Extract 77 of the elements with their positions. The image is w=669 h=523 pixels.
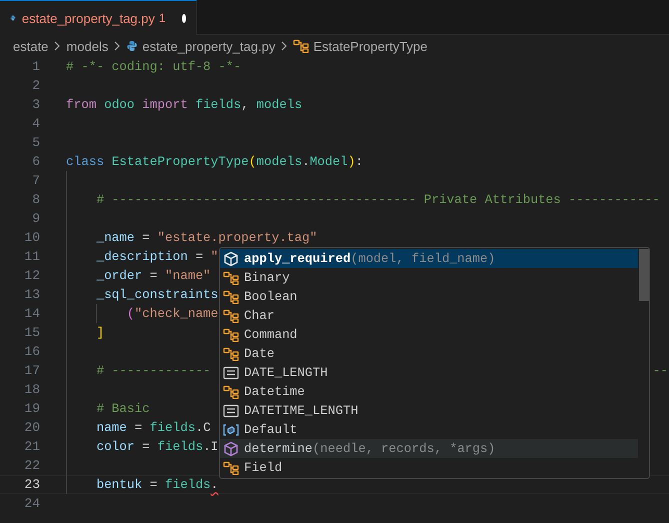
suggestion-item[interactable]: Boolean <box>220 287 638 306</box>
constant-icon <box>223 404 239 418</box>
suggestion-item[interactable]: Binary <box>220 268 638 287</box>
line-number: 12 <box>23 268 40 283</box>
suggestion-item[interactable]: DATETIME_LENGTH <box>220 401 638 420</box>
class-icon <box>223 328 239 342</box>
cube-icon <box>223 250 239 266</box>
code-line: # -*- coding: utf-8 -*- <box>66 59 242 74</box>
line-number: 24 <box>23 496 40 511</box>
class-icon <box>223 308 239 322</box>
line-number: 4 <box>31 116 40 131</box>
variable-icon <box>223 422 239 436</box>
suggestion-item[interactable]: Field <box>220 458 638 477</box>
code-line: ] <box>95 325 104 340</box>
breadcrumb-item[interactable]: estate <box>13 38 48 54</box>
line-number: 18 <box>23 382 40 397</box>
code-line: bentuk = fields. <box>95 477 218 492</box>
line-number: 13 <box>23 287 40 302</box>
chevron-icon <box>52 41 62 51</box>
breadcrumb-item[interactable]: models <box>66 38 108 54</box>
code-line: _description = " <box>95 249 218 264</box>
line-number: 1 <box>31 59 40 74</box>
line-number: 9 <box>31 211 40 226</box>
scrollbar-thumb[interactable] <box>639 249 649 301</box>
class-icon <box>293 39 310 53</box>
code-line: ("check_name <box>126 306 218 321</box>
code-line: # ------------- <box>95 363 211 378</box>
suggestion-item[interactable]: Default <box>220 420 638 439</box>
line-number: 5 <box>31 135 40 150</box>
code-line: class EstatePropertyType(models.Model): <box>66 154 364 169</box>
constant-icon <box>223 366 239 380</box>
line-number: 7 <box>31 173 40 188</box>
code-line: _sql_constraints <box>95 287 218 302</box>
line-number: 11 <box>23 249 40 264</box>
suggestion-item[interactable]: apply_required(model, field_name) <box>220 249 638 268</box>
code-line: _name = "estate.property.tag" <box>95 230 318 245</box>
code-line: name = fields.C <box>95 420 211 435</box>
line-number: 16 <box>23 344 40 359</box>
cube-icon <box>223 440 239 456</box>
breadcrumb-item[interactable]: estate_property_tag.py <box>142 38 276 54</box>
line-number: 23 <box>23 477 40 492</box>
class-icon <box>223 290 239 304</box>
line-number: 8 <box>31 192 40 207</box>
suggestion-item[interactable]: Char <box>220 306 638 325</box>
code-line: # ---------------------------------------- Private Attributes ------------ <box>95 192 660 207</box>
line-number: 10 <box>23 230 40 245</box>
line-number: 19 <box>23 401 40 416</box>
code-line: # Basic <box>95 401 150 416</box>
suggestion-item[interactable]: Date <box>220 344 638 363</box>
code-line: _order = "name" <box>95 268 211 283</box>
breadcrumb-item[interactable]: EstatePropertyType <box>313 38 428 54</box>
line-number: 20 <box>23 420 40 435</box>
class-icon <box>223 460 239 474</box>
suggestion-item[interactable]: DATE_LENGTH <box>220 363 638 382</box>
editor-tab[interactable]: estate_property_tag.py 1 <box>0 0 197 35</box>
suggestion-item[interactable]: determine(needle, records, *args) <box>220 439 638 458</box>
line-number: 3 <box>31 97 40 112</box>
suggestion-item[interactable]: Datetime <box>220 382 638 401</box>
line-number: 15 <box>23 325 40 340</box>
code-line: color = fields.I <box>95 439 218 454</box>
chevron-icon <box>112 41 122 51</box>
line-number: 14 <box>23 306 40 321</box>
class-icon <box>223 384 239 398</box>
line-number: 6 <box>31 154 40 169</box>
class-icon <box>223 346 239 360</box>
code-fragment: -- <box>652 363 668 378</box>
python-icon <box>126 40 138 52</box>
suggestion-item[interactable]: Command <box>220 325 638 344</box>
code-line: from odoo import fields, models <box>66 97 302 112</box>
problem-count: 1 <box>158 11 166 25</box>
class-icon <box>223 270 239 284</box>
tab-filename: estate_property_tag.py <box>22 10 155 26</box>
line-number: 2 <box>31 78 40 93</box>
line-number: 17 <box>23 363 40 378</box>
chevron-icon <box>279 41 290 51</box>
line-number: 21 <box>23 439 40 454</box>
line-number: 22 <box>23 458 40 473</box>
